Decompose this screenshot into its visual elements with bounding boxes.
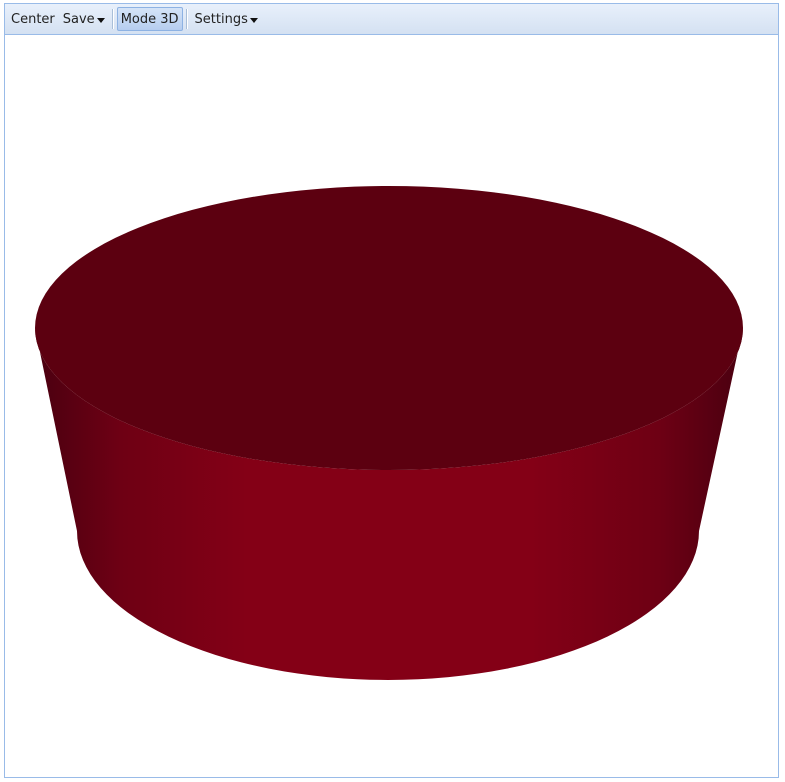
caret-down-icon: [96, 17, 105, 23]
center-button-label: Center: [11, 11, 55, 27]
cylinder-top: [35, 186, 743, 470]
toolbar-separator: [185, 9, 188, 29]
viewer-window: Center Save Mode 3D Settings: [4, 3, 779, 778]
save-menu-button[interactable]: Save: [59, 7, 109, 31]
toolbar-separator: [111, 9, 114, 29]
save-button-label: Save: [62, 11, 95, 27]
settings-menu-button[interactable]: Settings: [191, 7, 262, 31]
settings-button-label: Settings: [194, 11, 248, 27]
caret-down-icon: [249, 17, 258, 23]
mode-3d-label: Mode 3D: [120, 11, 179, 27]
toolbar: Center Save Mode 3D Settings: [5, 4, 778, 35]
3d-scene[interactable]: [5, 35, 778, 777]
mode-3d-toggle[interactable]: Mode 3D: [116, 7, 183, 31]
3d-viewport[interactable]: [5, 35, 778, 777]
center-button[interactable]: Center: [7, 7, 59, 31]
